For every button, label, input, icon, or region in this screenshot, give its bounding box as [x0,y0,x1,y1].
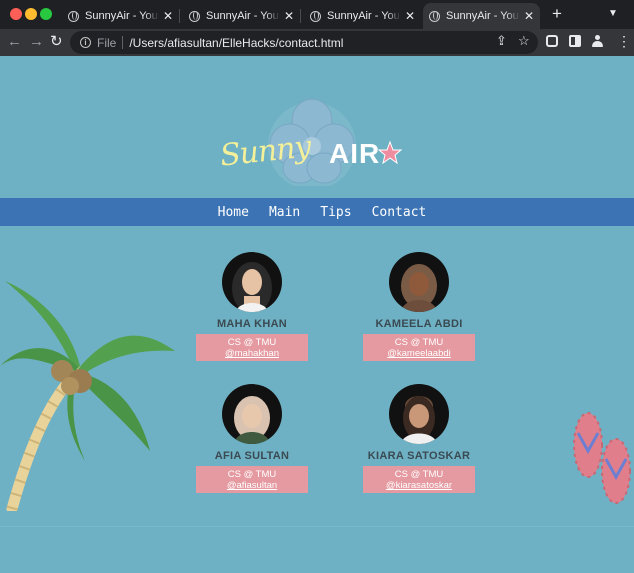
reload-icon[interactable]: ↻ [50,33,63,51]
flip-flops-illustration [573,412,631,504]
info-icon[interactable]: i [80,37,91,48]
avatar [389,384,449,444]
member-role: CS @ TMU [227,337,277,348]
member-name: KIARA SATOSKAR [367,450,471,462]
member-role: CS @ TMU [227,469,277,480]
tab-title: SunnyAir - Your Su [446,10,520,22]
member-role: CS @ TMU [394,337,444,348]
member-handle-link[interactable]: @afiasultan [196,480,308,491]
tab-4-active[interactable]: SunnyAir - Your Su ✕ [423,3,540,29]
page-content: Sunny AIR Home Main Tips Contact MAHA KH… [0,56,634,573]
globe-icon [68,10,79,22]
member-info-card: CS @ TMU @kiarasatoskar [363,466,475,493]
url-scheme: File [97,35,117,50]
close-window-button[interactable] [10,8,22,20]
tab-strip: SunnyAir - Your Su ✕ SunnyAir - Your Su … [0,0,634,29]
footer-divider [0,526,634,527]
close-icon[interactable]: ✕ [405,9,415,23]
site-logo[interactable]: Sunny AIR [218,86,405,186]
close-icon[interactable]: ✕ [284,9,294,23]
member-info-card: CS @ TMU @mahakhan [196,334,308,361]
close-icon[interactable]: ✕ [163,9,173,23]
nav-home[interactable]: Home [218,205,249,220]
team-member-card: KAMEELA ABDI CS @ TMU @kameelaabdi [363,252,475,361]
close-icon[interactable]: ✕ [524,9,534,23]
chevron-down-icon[interactable]: ▼ [608,8,618,19]
nav-main[interactable]: Main [269,205,300,220]
member-name: AFIA SULTAN [214,450,290,462]
profile-icon[interactable] [591,35,604,48]
member-handle-link[interactable]: @kameelaabdi [363,348,475,359]
logo-text-air: AIR [329,138,381,169]
member-info-card: CS @ TMU @kameelaabdi [363,334,475,361]
member-handle-link[interactable]: @kiarasatoskar [363,480,475,491]
palm-tree-illustration [0,281,175,511]
tab-1[interactable]: SunnyAir - Your Su ✕ [62,3,180,29]
star-icon[interactable]: ☆ [518,33,530,49]
member-role: CS @ TMU [394,469,444,480]
address-bar[interactable]: i File /Users/afiasultan/ElleHacks/conta… [70,31,538,54]
tab-title: SunnyAir - Your Su [327,10,401,22]
tab-title: SunnyAir - Your Su [206,10,280,22]
avatar [222,252,282,312]
member-name: MAHA KHAN [216,318,288,330]
team-member-card: KIARA SATOSKAR CS @ TMU @kiarasatoskar [363,384,475,493]
nav-contact[interactable]: Contact [372,205,427,220]
nav-tips[interactable]: Tips [320,205,351,220]
plus-icon[interactable]: + [552,5,562,23]
avatar [389,252,449,312]
share-icon[interactable]: ⇪ [496,33,507,49]
site-nav: Home Main Tips Contact [0,198,634,226]
back-icon[interactable]: ← [7,33,22,51]
extension-icon[interactable] [546,35,558,47]
member-info-card: CS @ TMU @afiasultan [196,466,308,493]
globe-icon [310,10,321,22]
divider [122,36,124,49]
tab-2[interactable]: SunnyAir - Your Su ✕ [183,3,301,29]
forward-icon[interactable]: → [29,33,44,51]
maximize-window-button[interactable] [40,8,52,20]
avatar [222,384,282,444]
globe-icon [429,10,440,22]
browser-toolbar: ← → ↻ i File /Users/afiasultan/ElleHacks… [0,29,634,56]
url-text: /Users/afiasultan/ElleHacks/contact.html [129,35,344,50]
tab-title: SunnyAir - Your Su [85,10,159,22]
member-name: KAMEELA ABDI [375,318,463,330]
team-member-card: AFIA SULTAN CS @ TMU @afiasultan [196,384,308,493]
menu-icon[interactable]: ⋮ [617,33,631,49]
member-handle-link[interactable]: @mahakhan [196,348,308,359]
minimize-window-button[interactable] [25,8,37,20]
tab-3[interactable]: SunnyAir - Your Su ✕ [304,3,421,29]
globe-icon [189,10,200,22]
side-panel-icon[interactable] [569,35,581,47]
team-member-card: MAHA KHAN CS @ TMU @mahakhan [196,252,308,361]
